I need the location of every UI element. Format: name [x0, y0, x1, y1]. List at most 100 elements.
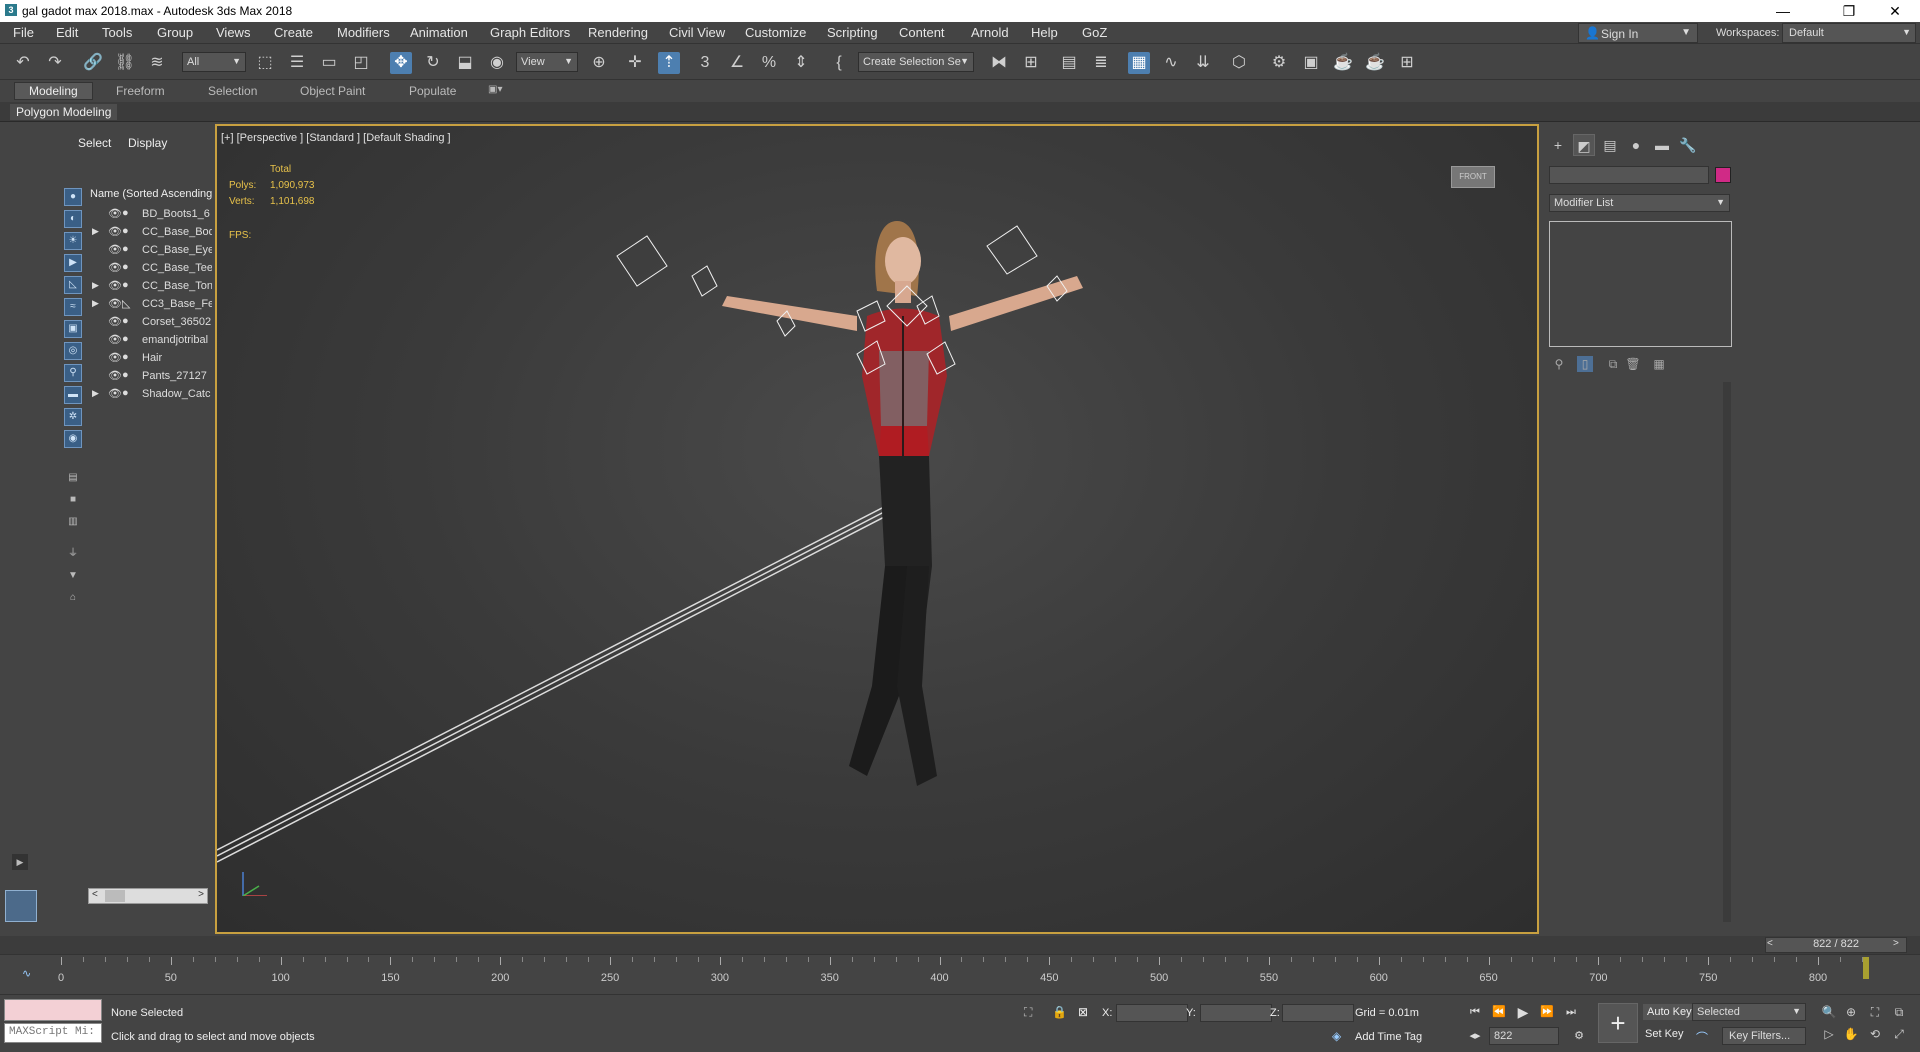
- eye-icon[interactable]: 👁: [108, 315, 122, 328]
- display-all-icon[interactable]: ■: [64, 492, 82, 510]
- align-icon[interactable]: ⊞: [1020, 52, 1042, 74]
- display-helpers-icon[interactable]: ◺: [64, 276, 82, 294]
- link-icon[interactable]: 🔗: [82, 52, 104, 74]
- command-panel-scrollbar[interactable]: [1723, 382, 1731, 922]
- scale-icon[interactable]: ⬓: [454, 52, 476, 74]
- window-crossing-icon[interactable]: ◰: [350, 52, 372, 74]
- close-button[interactable]: ✕: [1872, 0, 1918, 22]
- freeze-dot-icon[interactable]: ●: [122, 279, 129, 291]
- schematic-view-icon[interactable]: ⇊: [1192, 52, 1214, 74]
- next-key-icon[interactable]: ⏩: [1538, 1003, 1556, 1021]
- maximize-viewport-icon[interactable]: ⤢: [1890, 1025, 1908, 1043]
- eye-icon[interactable]: 👁: [108, 297, 122, 310]
- mirror-icon[interactable]: ⧓: [988, 52, 1010, 74]
- layer-explorer-icon[interactable]: ≣: [1090, 52, 1112, 74]
- z-coordinate-field[interactable]: [1282, 1004, 1354, 1022]
- menu-modifiers[interactable]: Modifiers: [337, 25, 390, 40]
- filter-icon[interactable]: ▼: [64, 568, 82, 586]
- undo-icon[interactable]: ↶: [12, 52, 34, 74]
- list-item[interactable]: 👁 ● emandjotribal: [90, 332, 212, 350]
- rotate-icon[interactable]: ↻: [422, 52, 444, 74]
- show-end-result-icon[interactable]: ▯: [1577, 356, 1593, 372]
- hierarchy-panel-icon[interactable]: ▤: [1599, 134, 1621, 156]
- modify-panel-icon[interactable]: ◩: [1573, 134, 1595, 156]
- freeze-dot-icon[interactable]: ●: [122, 261, 129, 273]
- maxscript-mini-listener[interactable]: MAXScript Mi:: [4, 1023, 102, 1043]
- eye-icon[interactable]: 👁: [108, 387, 122, 400]
- tab-object-paint[interactable]: Object Paint: [300, 84, 365, 98]
- snaps-toggle-icon[interactable]: 3: [694, 52, 716, 74]
- freeze-dot-icon[interactable]: ●: [122, 315, 129, 327]
- filter-clear-icon[interactable]: ⏚: [64, 546, 82, 564]
- make-unique-icon[interactable]: ⧉: [1605, 356, 1621, 372]
- eye-icon[interactable]: 👁: [108, 207, 122, 220]
- list-item[interactable]: ▶ 👁 ● CC_Base_Ton: [90, 278, 212, 296]
- display-containers-icon[interactable]: ▬: [64, 386, 82, 404]
- display-bones-icon[interactable]: ⚲: [64, 364, 82, 382]
- display-lights-icon[interactable]: ☀: [64, 232, 82, 250]
- selection-lock-icon[interactable]: 🔒: [1052, 1005, 1067, 1019]
- object-color-swatch[interactable]: [1715, 167, 1731, 183]
- list-item[interactable]: ▶ 👁 ● CC_Base_Bod: [90, 224, 212, 242]
- render-shortcuts-icon[interactable]: ⊞: [1396, 52, 1418, 74]
- object-name-field[interactable]: [1549, 166, 1709, 184]
- named-selection-dropdown[interactable]: Create Selection Se ▼: [858, 52, 974, 72]
- rectangular-region-icon[interactable]: ▭: [318, 52, 340, 74]
- edit-named-selection-icon[interactable]: {: [828, 52, 850, 74]
- bind-space-warp-icon[interactable]: ≋: [146, 52, 168, 74]
- maxscript-listener-output[interactable]: [4, 999, 102, 1021]
- current-frame-spinner[interactable]: 822: [1489, 1027, 1559, 1045]
- next-frame-icon[interactable]: >: [1893, 938, 1899, 949]
- set-keys-icon[interactable]: +: [1598, 1003, 1638, 1043]
- key-mode-toggle-icon[interactable]: ◂▸: [1466, 1027, 1484, 1045]
- list-item[interactable]: ▶ 👁 ● Shadow_Catc: [90, 386, 212, 404]
- set-key-button[interactable]: Set Key: [1645, 1028, 1684, 1040]
- eye-icon[interactable]: 👁: [108, 369, 122, 382]
- unlink-icon[interactable]: ⛓: [114, 52, 136, 74]
- selection-set-icon[interactable]: ⌂: [64, 590, 82, 608]
- move-icon[interactable]: ✥: [390, 52, 412, 74]
- key-filters-button[interactable]: Key Filters...: [1722, 1027, 1806, 1045]
- freeze-dot-icon[interactable]: ●: [122, 369, 129, 381]
- current-time-marker[interactable]: [1863, 957, 1870, 979]
- display-geometry-icon[interactable]: ●: [64, 188, 82, 206]
- scene-explorer-icon[interactable]: ▤: [1058, 52, 1080, 74]
- freeze-dot-icon[interactable]: ●: [122, 225, 129, 237]
- expand-arrow-icon[interactable]: ▶: [92, 280, 99, 291]
- pivot-center-icon[interactable]: ⊕: [588, 52, 610, 74]
- y-coordinate-field[interactable]: [1200, 1004, 1272, 1022]
- time-tag-icon[interactable]: ◈: [1332, 1029, 1341, 1043]
- scrollbar-thumb[interactable]: [105, 890, 125, 902]
- freeze-dot-icon[interactable]: ●: [122, 207, 129, 219]
- display-xrefs-icon[interactable]: ◎: [64, 342, 82, 360]
- menu-views[interactable]: Views: [216, 25, 250, 40]
- menu-graph-editors[interactable]: Graph Editors: [490, 25, 570, 40]
- default-in-out-tangents-icon[interactable]: ⌒: [1696, 1029, 1708, 1046]
- eye-icon[interactable]: 👁: [108, 351, 122, 364]
- menu-file[interactable]: File: [13, 25, 34, 40]
- tab-populate[interactable]: Populate: [409, 84, 456, 98]
- pan-icon[interactable]: ✋: [1842, 1025, 1860, 1043]
- zoom-icon[interactable]: 🔍: [1820, 1003, 1838, 1021]
- menu-animation[interactable]: Animation: [410, 25, 468, 40]
- freeze-dot-icon[interactable]: ●: [122, 243, 129, 255]
- menu-content[interactable]: Content: [899, 25, 945, 40]
- scroll-left-icon[interactable]: <: [92, 889, 98, 900]
- spinner-snap-icon[interactable]: ⇕: [790, 52, 812, 74]
- menu-help[interactable]: Help: [1031, 25, 1058, 40]
- tab-selection[interactable]: Selection: [208, 84, 257, 98]
- menu-group[interactable]: Group: [157, 25, 193, 40]
- menu-create[interactable]: Create: [274, 25, 313, 40]
- expand-arrow-icon[interactable]: ▶: [92, 298, 99, 309]
- selection-filter-dropdown[interactable]: All ▼: [182, 52, 246, 72]
- zoom-extents-icon[interactable]: ⛶: [1866, 1003, 1884, 1021]
- eye-icon[interactable]: 👁: [108, 225, 122, 238]
- menu-civil-view[interactable]: Civil View: [669, 25, 725, 40]
- placement-icon[interactable]: ◉: [486, 52, 508, 74]
- go-to-end-icon[interactable]: ⏭: [1562, 1003, 1580, 1021]
- menu-goz[interactable]: GoZ: [1082, 25, 1107, 40]
- render-setup-icon[interactable]: ⚙: [1268, 52, 1290, 74]
- ribbon-options-icon[interactable]: ▣▾: [488, 84, 502, 95]
- zoom-all-icon[interactable]: ⊕: [1842, 1003, 1860, 1021]
- expand-arrow-icon[interactable]: ▶: [92, 226, 99, 237]
